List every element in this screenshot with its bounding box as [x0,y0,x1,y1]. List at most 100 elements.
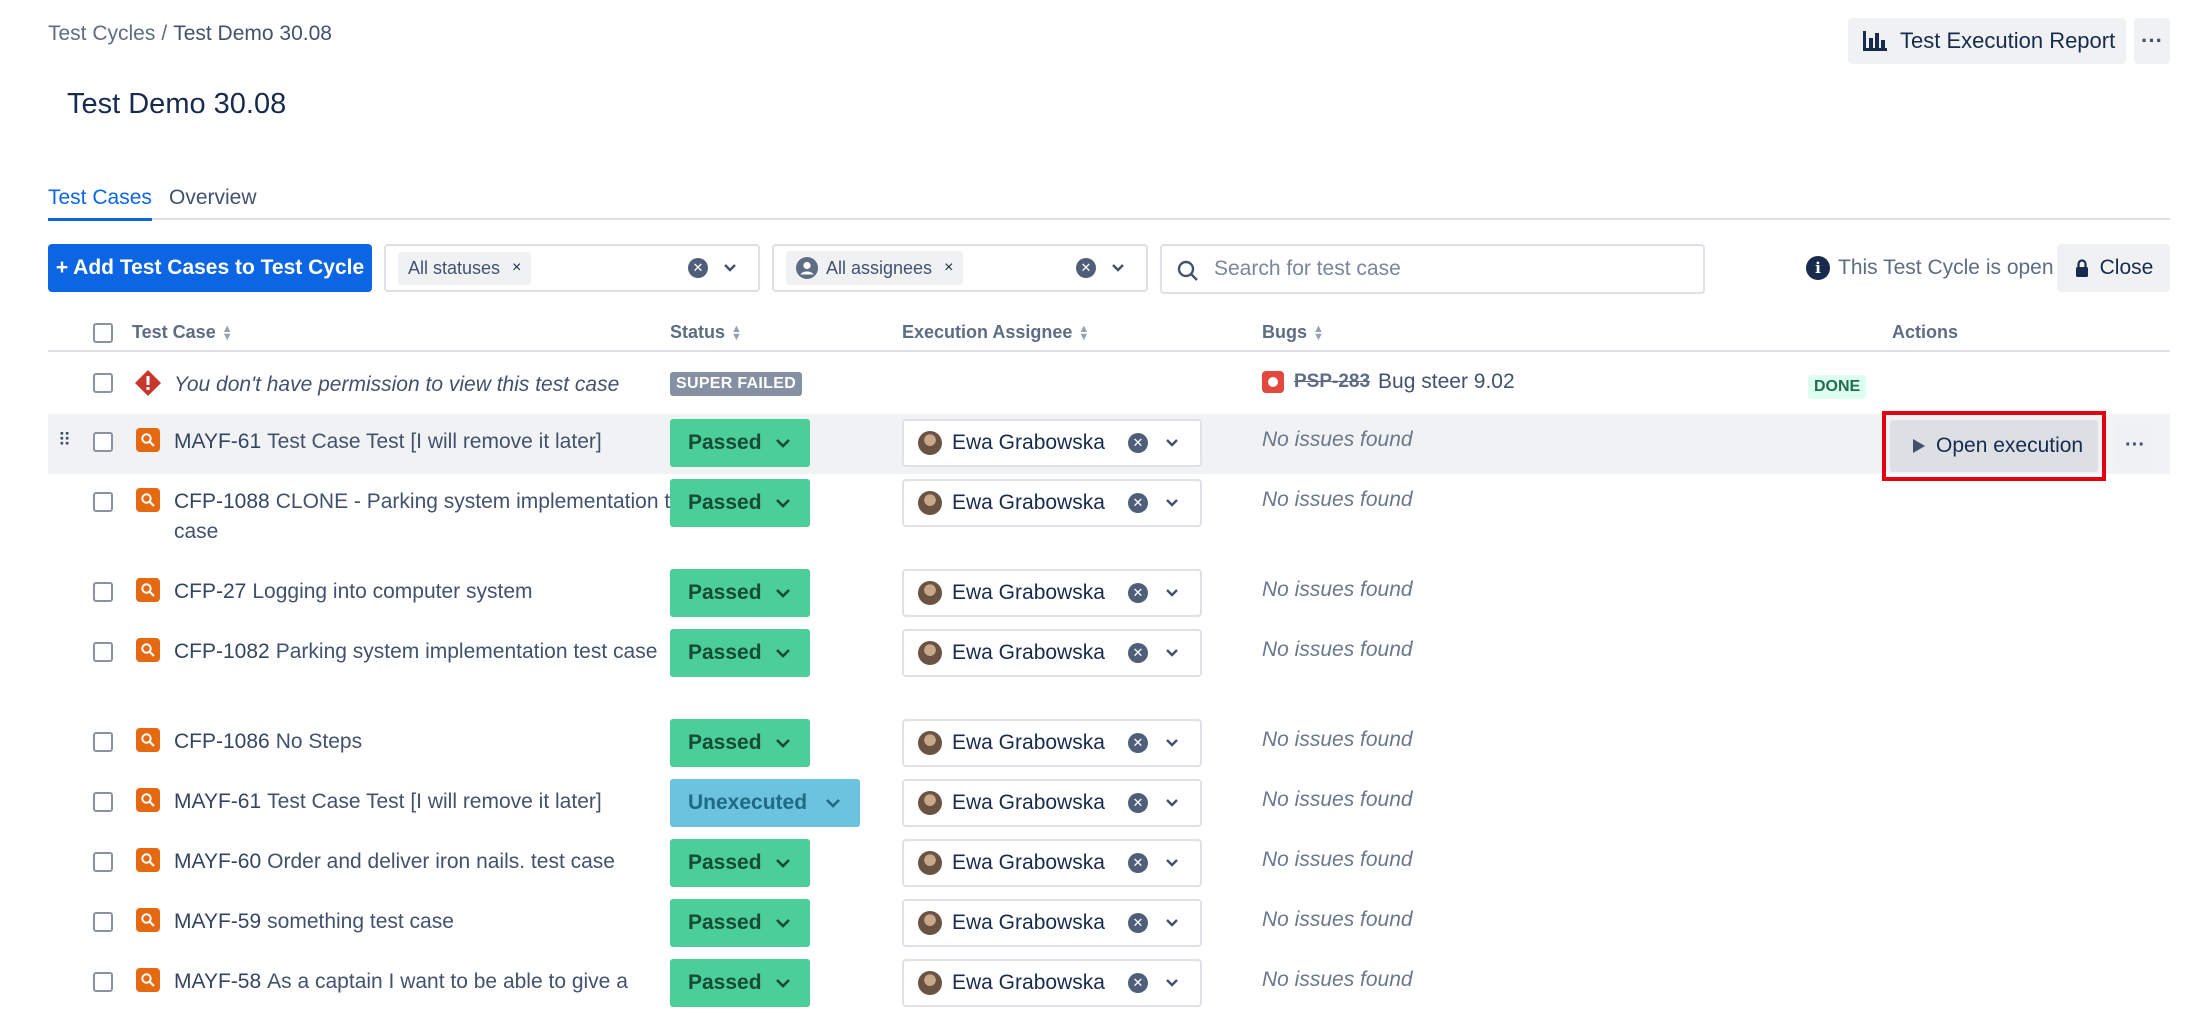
clear-icon[interactable]: ✕ [1128,583,1148,603]
table-row[interactable]: CFP-1086 No Steps Passed Ewa Grabowska ✕ … [48,714,2170,774]
row-more-button[interactable]: ··· [2116,422,2154,468]
table-row[interactable]: MAYF-61 Test Case Test [I will remove it … [48,774,2170,834]
row-checkbox[interactable] [93,492,113,512]
chevron-down-icon[interactable] [1164,791,1180,821]
remove-chip-icon[interactable]: × [944,259,953,277]
drag-handle-icon[interactable]: ⠿ [58,430,71,451]
remove-chip-icon[interactable]: × [512,259,521,277]
close-button[interactable]: Close [2057,244,2170,292]
table-row[interactable]: CFP-1088 CLONE - Parking system implement… [48,474,2170,564]
assignee-dropdown[interactable]: Ewa Grabowska ✕ [902,959,1202,1007]
test-case-key[interactable]: MAYF-61 [174,430,261,453]
status-dropdown[interactable]: Passed [670,959,810,1007]
row-checkbox[interactable] [93,582,113,602]
search-input[interactable] [1212,256,1672,282]
breadcrumb: Test Cycles / Test Demo 30.08 [48,22,332,46]
test-case-title[interactable]: CFP-1082 Parking system implementation te… [174,637,704,667]
breadcrumb-parent-link[interactable]: Test Cycles [48,22,155,45]
tab-test-cases[interactable]: Test Cases [48,186,152,221]
test-case-title[interactable]: MAYF-59 something test case [174,907,704,937]
row-checkbox[interactable] [93,642,113,662]
table-row[interactable]: MAYF-60 Order and deliver iron nails. tes… [48,834,2170,894]
assignee-dropdown[interactable]: Ewa Grabowska ✕ [902,419,1202,467]
table-row[interactable]: MAYF-59 something test case Passed Ewa Gr… [48,894,2170,954]
test-case-key[interactable]: CFP-1082 [174,640,270,663]
column-header-status[interactable]: Status ▲ ▼ [670,322,742,343]
column-header-assignee[interactable]: Execution Assignee ▲ ▼ [902,322,1089,343]
test-case-title[interactable]: CFP-1086 No Steps [174,727,704,757]
test-execution-report-button[interactable]: Test Execution Report [1848,18,2126,64]
clear-icon[interactable]: ✕ [1128,493,1148,513]
chevron-down-icon[interactable] [1164,491,1180,521]
add-test-cases-button[interactable]: + Add Test Cases to Test Cycle [48,244,372,292]
test-case-title[interactable]: MAYF-61 Test Case Test [I will remove it … [174,787,704,817]
assignee-dropdown[interactable]: Ewa Grabowska ✕ [902,719,1202,767]
status-dropdown[interactable]: Passed [670,569,810,617]
test-case-key[interactable]: CFP-1088 [174,490,270,513]
column-header-test-case[interactable]: Test Case ▲ ▼ [132,322,233,343]
clear-icon[interactable]: ✕ [1128,793,1148,813]
test-case-title[interactable]: CFP-1088 CLONE - Parking system implement… [174,487,704,547]
assignee-name: Ewa Grabowska [952,851,1105,874]
assignee-dropdown[interactable]: Ewa Grabowska ✕ [902,899,1202,947]
status-dropdown[interactable]: Passed [670,899,810,947]
assignee-dropdown[interactable]: Ewa Grabowska ✕ [902,839,1202,887]
chevron-down-icon[interactable] [722,256,738,285]
column-header-bugs[interactable]: Bugs ▲ ▼ [1262,322,1324,343]
test-case-key[interactable]: MAYF-61 [174,790,261,813]
table-row[interactable]: CFP-1082 Parking system implementation te… [48,624,2170,714]
chevron-down-icon[interactable] [1164,431,1180,461]
chevron-down-icon[interactable] [1164,581,1180,611]
status-dropdown[interactable]: Passed [670,479,810,527]
assignee-dropdown[interactable]: Ewa Grabowska ✕ [902,779,1202,827]
chevron-down-icon[interactable] [1110,256,1126,285]
status-dropdown[interactable]: Passed [670,719,810,767]
header-more-button[interactable]: ··· [2134,18,2170,64]
row-checkbox[interactable] [93,852,113,872]
select-all-checkbox[interactable] [93,323,113,343]
test-case-key[interactable]: CFP-27 [174,580,246,603]
table-row[interactable]: ⠿ MAYF-61 Test Case Test [I will remove i… [48,414,2170,474]
row-checkbox[interactable] [93,432,113,452]
row-checkbox[interactable] [93,792,113,812]
table-row[interactable]: MAYF-58 As a captain I want to be able to… [48,954,2170,1014]
test-case-title[interactable]: MAYF-61 Test Case Test [I will remove it … [174,427,704,457]
status-dropdown[interactable]: Passed [670,839,810,887]
test-case-title[interactable]: CFP-27 Logging into computer system [174,577,704,607]
chevron-down-icon[interactable] [1164,971,1180,1001]
test-case-title[interactable]: MAYF-60 Order and deliver iron nails. tes… [174,847,704,877]
chevron-down-icon[interactable] [1164,641,1180,671]
chevron-down-icon[interactable] [1164,911,1180,941]
table-row-restricted[interactable]: You don't have permission to view this t… [48,358,2170,414]
clear-icon[interactable]: ✕ [1128,643,1148,663]
assignee-filter[interactable]: All assignees × ✕ [772,244,1148,292]
status-dropdown[interactable]: Unexecuted [670,779,860,827]
chevron-down-icon[interactable] [1164,731,1180,761]
assignee-dropdown[interactable]: Ewa Grabowska ✕ [902,629,1202,677]
chevron-down-icon[interactable] [1164,851,1180,881]
row-checkbox[interactable] [93,373,113,393]
clear-icon[interactable]: ✕ [1128,973,1148,993]
status-filter[interactable]: All statuses × ✕ [384,244,760,292]
row-checkbox[interactable] [93,732,113,752]
table-row[interactable]: CFP-27 Logging into computer system Passe… [48,564,2170,624]
clear-icon[interactable]: ✕ [1128,913,1148,933]
test-case-key[interactable]: CFP-1086 [174,730,270,753]
clear-icon[interactable]: ✕ [1128,433,1148,453]
test-case-key[interactable]: MAYF-60 [174,850,261,873]
clear-icon[interactable]: ✕ [1128,853,1148,873]
row-checkbox[interactable] [93,972,113,992]
clear-icon[interactable]: ✕ [688,258,708,278]
assignee-dropdown[interactable]: Ewa Grabowska ✕ [902,479,1202,527]
test-case-key[interactable]: MAYF-58 [174,970,261,993]
status-dropdown[interactable]: Passed [670,629,810,677]
assignee-dropdown[interactable]: Ewa Grabowska ✕ [902,569,1202,617]
clear-icon[interactable]: ✕ [1128,733,1148,753]
row-checkbox[interactable] [93,912,113,932]
test-case-key[interactable]: MAYF-59 [174,910,261,933]
status-dropdown[interactable]: Passed [670,419,810,467]
clear-icon[interactable]: ✕ [1076,258,1096,278]
test-case-title[interactable]: MAYF-58 As a captain I want to be able to… [174,967,704,997]
tab-overview[interactable]: Overview [169,186,257,218]
bug-link[interactable]: PSP-283 Bug steer 9.02 [1262,370,1515,394]
